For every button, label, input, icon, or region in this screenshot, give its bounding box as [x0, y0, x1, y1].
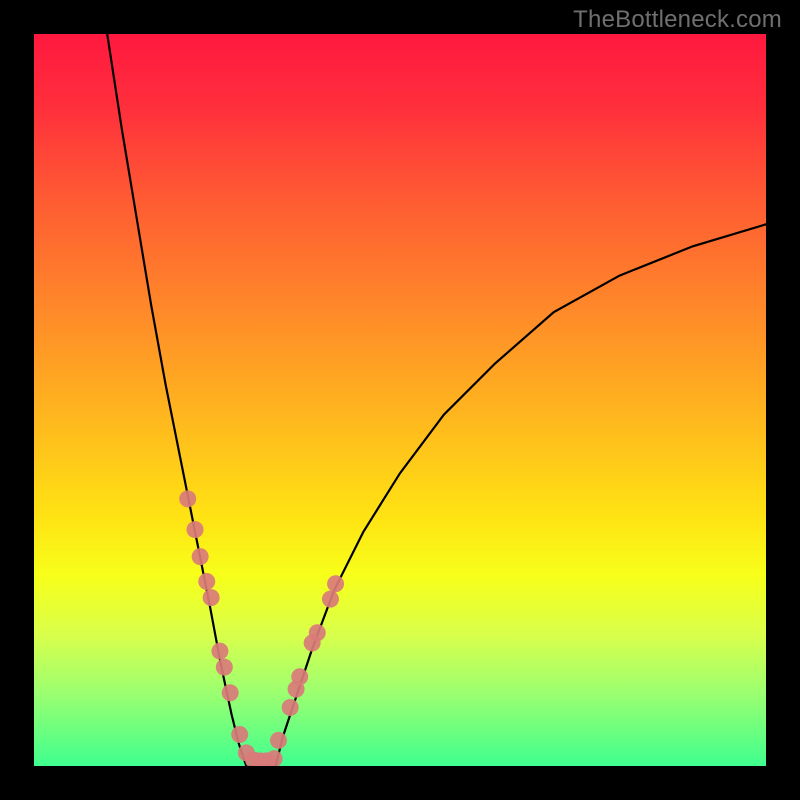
data-dot — [222, 684, 239, 701]
plot-area — [34, 34, 766, 766]
data-dot — [203, 589, 220, 606]
curve-layer — [34, 34, 766, 766]
data-dot — [282, 699, 299, 716]
data-dot — [231, 726, 248, 743]
data-dot — [198, 573, 215, 590]
data-dot — [291, 668, 308, 685]
chart-frame: TheBottleneck.com — [0, 0, 800, 800]
data-dot — [216, 659, 233, 676]
data-dot — [270, 732, 287, 749]
data-dot — [187, 521, 204, 538]
data-dot — [327, 575, 344, 592]
data-dot — [309, 624, 326, 641]
data-dot — [211, 643, 228, 660]
data-dot — [179, 490, 196, 507]
data-dot — [192, 548, 209, 565]
watermark-text: TheBottleneck.com — [573, 6, 782, 34]
dots-layer — [179, 490, 344, 766]
bottleneck-curve — [107, 34, 766, 766]
data-dot — [322, 591, 339, 608]
